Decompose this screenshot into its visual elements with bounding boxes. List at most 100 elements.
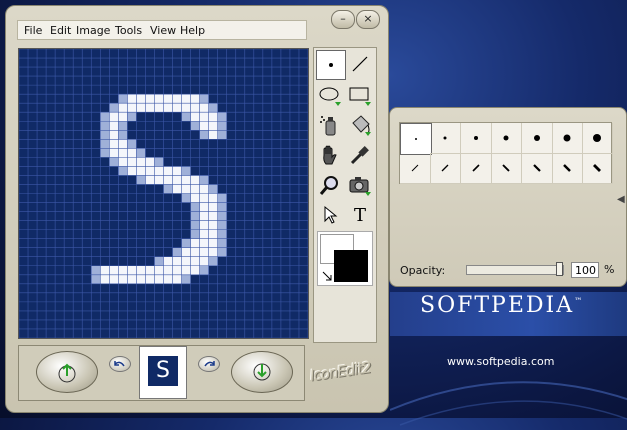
minimize-button[interactable]: – [331, 10, 355, 29]
primary-color-swatch[interactable] [334, 250, 368, 282]
painted-pixel [145, 103, 155, 113]
painted-pixel [91, 265, 101, 275]
painted-pixel [199, 238, 209, 248]
brush-slash-7[interactable] [582, 153, 614, 184]
close-button[interactable]: × [356, 10, 380, 29]
opacity-slider[interactable] [466, 265, 564, 275]
round-brush-icon [443, 136, 447, 140]
download-icon [253, 363, 271, 381]
arrow-icon [324, 205, 338, 224]
painted-pixel [154, 265, 164, 275]
painted-pixel [172, 265, 182, 275]
spray-icon [320, 116, 336, 136]
brush-slash-6[interactable] [552, 153, 583, 184]
painted-pixel [190, 220, 200, 230]
hand-tool[interactable] [316, 141, 344, 169]
fill-tool[interactable] [346, 111, 374, 139]
painted-pixel [127, 265, 137, 275]
painted-pixel [217, 112, 227, 122]
swap-colors-icon[interactable] [321, 270, 333, 282]
menu-view[interactable]: View [150, 24, 176, 37]
painted-pixel [208, 193, 218, 203]
painted-pixel [127, 166, 137, 176]
painted-pixel [199, 211, 209, 221]
brush-dot-4[interactable] [491, 123, 523, 154]
painted-pixel [100, 265, 110, 275]
brush-slash-1[interactable] [400, 153, 431, 184]
import-button[interactable] [36, 351, 98, 393]
painted-pixel [118, 148, 128, 158]
menu-file[interactable]: File [24, 24, 42, 37]
rectangle-tool[interactable] [346, 81, 374, 109]
painted-pixel [127, 103, 137, 113]
undo-button[interactable] [109, 356, 131, 372]
export-button[interactable] [231, 351, 293, 393]
slash-brush-icon [593, 164, 602, 172]
menu-edit[interactable]: Edit [50, 24, 71, 37]
pencil-tool[interactable] [316, 50, 346, 80]
painted-pixel [118, 265, 128, 275]
painted-pixel [208, 238, 218, 248]
text-tool[interactable]: T [346, 201, 374, 229]
painted-pixel [145, 94, 155, 104]
line-tool[interactable] [346, 50, 374, 78]
painted-pixel [109, 121, 119, 131]
panel-expand-icon[interactable]: ◀ [617, 194, 625, 206]
menu-help[interactable]: Help [180, 24, 205, 37]
opacity-input[interactable]: 100 [571, 262, 599, 278]
brush-dot-3[interactable] [460, 123, 492, 154]
painted-pixel [127, 94, 137, 104]
brush-dot-1[interactable] [400, 123, 432, 155]
round-brush-icon [503, 135, 509, 141]
painted-pixel [208, 256, 218, 266]
painted-pixel [217, 130, 227, 140]
color-picker-tool[interactable] [346, 141, 374, 169]
painted-pixel [217, 211, 227, 221]
color-well[interactable] [317, 231, 373, 286]
painted-pixel [217, 247, 227, 257]
round-brush-icon [563, 134, 571, 142]
preview-glyph: S [148, 356, 178, 386]
painted-pixel [109, 103, 119, 113]
spray-tool[interactable] [316, 111, 344, 139]
magnifier-icon [319, 176, 338, 195]
brush-dot-7[interactable] [582, 123, 614, 154]
painted-pixel [127, 139, 137, 149]
painted-pixel [199, 121, 209, 131]
brush-slash-2[interactable] [430, 153, 462, 184]
menu-image[interactable]: Image [76, 24, 110, 37]
brush-dot-5[interactable] [521, 123, 553, 154]
brush-slash-5[interactable] [521, 153, 553, 184]
painted-pixel [208, 103, 218, 113]
painted-pixel [109, 265, 119, 275]
painted-pixel [208, 247, 218, 257]
painted-pixel [100, 139, 110, 149]
undo-icon [114, 361, 125, 367]
painted-pixel [127, 157, 137, 167]
brush-slash-4[interactable] [491, 153, 523, 184]
painted-pixel [136, 103, 146, 113]
painted-pixel [208, 184, 218, 194]
painted-pixel [199, 229, 209, 239]
painted-pixel [190, 211, 200, 221]
painted-pixel [208, 220, 218, 230]
painted-pixel [163, 166, 173, 176]
capture-tool[interactable] [346, 171, 374, 199]
painted-pixel [208, 202, 218, 212]
brush-dot-6[interactable] [552, 123, 583, 154]
painted-pixel [118, 130, 128, 140]
painted-pixel [136, 157, 146, 167]
painted-pixel [190, 238, 200, 248]
select-tool[interactable] [316, 201, 344, 229]
painted-pixel [181, 238, 191, 248]
zoom-tool[interactable] [316, 171, 344, 199]
dot-icon [329, 63, 333, 67]
brush-slash-3[interactable] [460, 153, 492, 184]
redo-button[interactable] [198, 356, 220, 372]
ellipse-icon [319, 87, 341, 106]
pixel-canvas[interactable] [19, 49, 308, 338]
ellipse-tool[interactable] [316, 81, 344, 109]
opacity-slider-thumb[interactable] [556, 262, 563, 276]
menu-tools[interactable]: Tools [115, 24, 142, 37]
brush-dot-2[interactable] [430, 123, 462, 154]
